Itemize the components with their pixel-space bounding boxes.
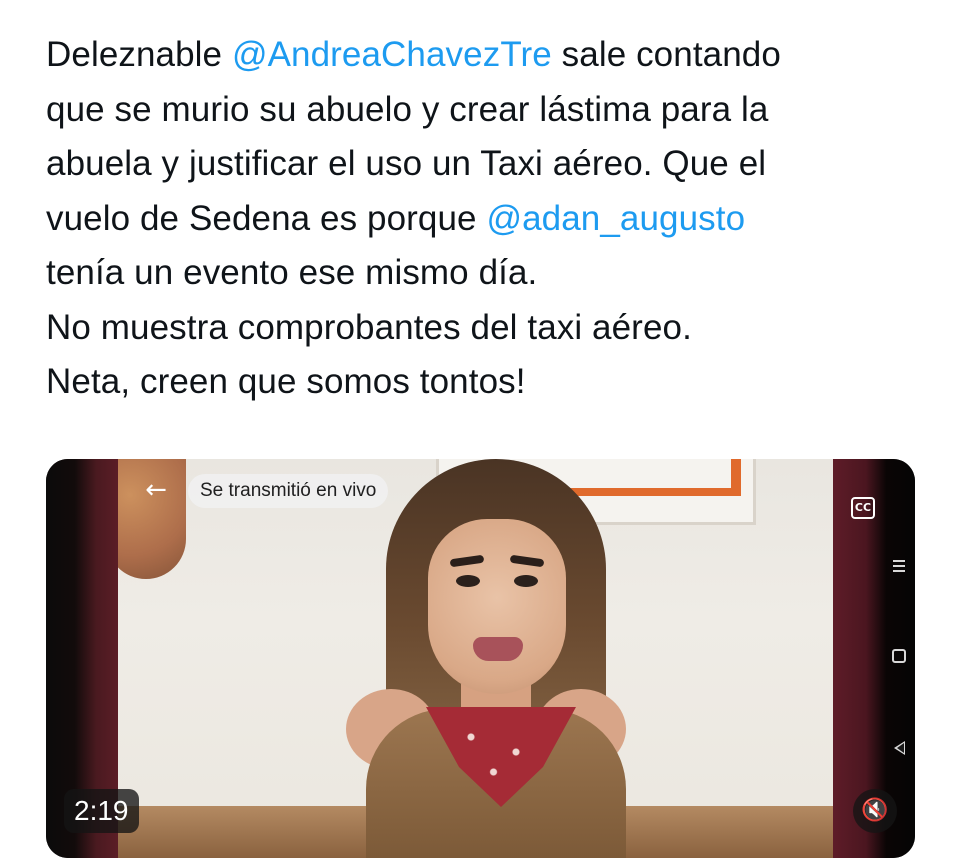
recent-apps-icon[interactable]: [889, 557, 909, 577]
mention-andreachaveztre[interactable]: @AndreaChavezTre: [232, 35, 552, 74]
home-icon[interactable]: [892, 649, 906, 663]
video-frame: [46, 459, 915, 858]
tweet-line-2: que se murio su abuelo y crear lástima p…: [46, 89, 769, 129]
speaker-eye-right: [514, 575, 538, 587]
nav-back-icon[interactable]: [894, 741, 905, 755]
speaker-mouth: [473, 637, 523, 661]
back-arrow-icon[interactable]: ←: [142, 473, 170, 507]
tweet-line-5: tenía un evento ese mismo día.: [46, 253, 538, 292]
tweet-line-1: Deleznable @AndreaChavezTre sale contand…: [46, 28, 926, 83]
video-player[interactable]: ← Se transmitió en vivo CC 2:19 🔇: [46, 459, 915, 858]
speaker-figure: [326, 459, 646, 858]
speaker-eye-left: [456, 575, 480, 587]
volume-muted-icon[interactable]: 🔇: [853, 789, 897, 833]
speaker-brow-left: [449, 554, 485, 568]
live-broadcast-label: Se transmitió en vivo: [188, 474, 389, 508]
mention-adan-augusto[interactable]: @adan_augusto: [486, 199, 745, 238]
tweet-text-segment: Deleznable: [46, 35, 232, 74]
tweet-line-3: abuela y justificar el uso un Taxi aéreo…: [46, 144, 767, 183]
tweet-text-segment: sale contando: [551, 35, 781, 74]
tweet-text: Deleznable @AndreaChavezTre sale contand…: [46, 28, 926, 410]
tweet: Deleznable @AndreaChavezTre sale contand…: [0, 0, 960, 861]
tweet-line-7: Neta, creen que somos tontos!: [46, 362, 526, 401]
tweet-text-segment: vuelo de Sedena es porque: [46, 198, 487, 238]
tweet-line-6: No muestra comprobantes del taxi aéreo.: [46, 307, 692, 347]
speaker-brow-right: [509, 554, 545, 568]
tweet-line-4: vuelo de Sedena es porque @adan_augusto: [46, 192, 926, 247]
speaker-face: [428, 519, 566, 694]
video-duration: 2:19: [64, 789, 139, 833]
closed-captions-icon[interactable]: CC: [851, 497, 875, 519]
